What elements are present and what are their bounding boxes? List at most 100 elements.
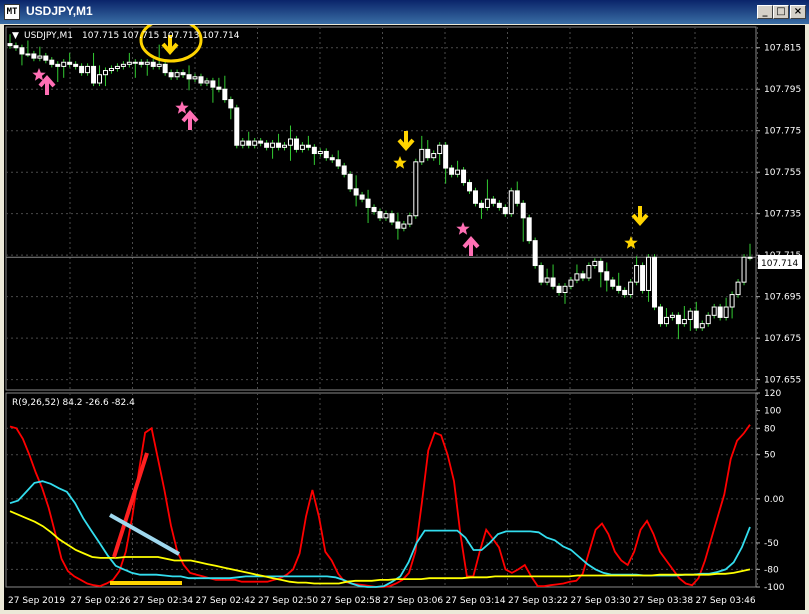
candle-body: [622, 289, 628, 296]
candle-body: [490, 198, 496, 204]
candle-body: [79, 65, 85, 74]
current-price-label: 107.714: [761, 259, 798, 269]
title-bar[interactable]: MT USDJPY,M1 _ □ ×: [0, 0, 809, 24]
buy-star-icon: [175, 101, 189, 114]
time-label: 27 Sep 2019: [8, 596, 65, 606]
candle-body: [335, 159, 341, 167]
candle-body: [657, 306, 663, 325]
chart-area[interactable]: 27 Sep 2019 27 Sep 02:26 27 Sep 02:34 27 Se…: [4, 17, 805, 610]
candle-body: [49, 59, 55, 65]
candle-body: [120, 63, 126, 67]
candle-body: [735, 281, 741, 296]
candle-body: [401, 223, 407, 229]
candle-body: [723, 306, 729, 318]
price-tick-label: 107.815: [764, 44, 801, 54]
candle-body: [13, 45, 19, 49]
candle-body: [580, 273, 586, 279]
app-icon: MT: [4, 4, 20, 20]
indicator-layer: [9, 424, 751, 588]
candle-body: [461, 169, 467, 184]
indicator-tick-label: -50: [764, 539, 779, 549]
candle-body: [681, 318, 687, 325]
candle-body: [413, 161, 419, 217]
candle-body: [634, 265, 640, 283]
price-tick-label: 107.675: [764, 334, 801, 344]
candle-body: [586, 265, 592, 279]
candle-body: [365, 198, 371, 208]
candle-body: [264, 142, 270, 148]
price-header-triangle-icon[interactable]: ▼: [12, 31, 19, 41]
candles-layer: [7, 34, 753, 340]
candle-body: [544, 277, 550, 283]
candle-body: [467, 182, 473, 192]
price-tick-label: 107.755: [764, 168, 801, 178]
candle-body: [699, 323, 705, 329]
minimize-button[interactable]: _: [757, 5, 773, 19]
candle-body: [270, 142, 276, 148]
candle-body: [204, 80, 210, 84]
candle-body: [669, 314, 675, 318]
sell-arrow-icon: [397, 131, 415, 152]
time-label: 27 Sep 03:06: [383, 596, 443, 606]
candle-body: [604, 271, 610, 281]
time-label: 27 Sep 03:38: [633, 596, 693, 606]
candle-body: [520, 202, 526, 219]
candle-body: [437, 144, 443, 155]
candle-body: [293, 138, 299, 150]
indicator-tick-label: 120: [764, 389, 781, 399]
markers-layer: [32, 17, 649, 585]
candle-body: [574, 273, 580, 281]
candle-body: [449, 167, 455, 175]
candle-body: [126, 61, 132, 65]
candle-body: [359, 194, 365, 200]
price-tick-label: 107.775: [764, 127, 801, 137]
price-panel-border: [5, 26, 757, 391]
window-title: USDJPY,M1: [26, 4, 93, 18]
buy-star-icon: [456, 222, 470, 235]
candle-body: [717, 306, 723, 318]
buy-arrow-icon: [38, 74, 56, 95]
candle-body: [407, 215, 413, 225]
candle-body: [222, 88, 228, 101]
candle-body: [705, 314, 711, 325]
candle-body: [443, 144, 449, 169]
candle-body: [234, 107, 240, 146]
maximize-button[interactable]: □: [773, 5, 789, 19]
candle-body: [353, 188, 359, 196]
candle-body: [371, 206, 377, 213]
candle-body: [693, 310, 699, 329]
close-button[interactable]: ×: [790, 5, 806, 19]
candle-body: [592, 260, 598, 267]
candle-body: [31, 53, 37, 59]
candle-body: [389, 213, 395, 223]
candle-body: [610, 279, 616, 287]
candle-body: [532, 240, 538, 267]
candle-body: [508, 190, 514, 215]
time-label: 27 Sep 03:46: [696, 596, 756, 606]
indicator-header: R(9,26,52) 84.2 -26.6 -82.4: [12, 398, 135, 408]
candle-body: [675, 314, 681, 325]
price-header-symbol: USDJPY,M1: [24, 31, 73, 41]
candle-body: [7, 43, 13, 47]
candle-body: [246, 140, 252, 146]
candle-body: [311, 146, 317, 155]
buy-arrow-icon: [462, 235, 480, 256]
time-label: 27 Sep 03:22: [508, 596, 568, 606]
indicator-tick-label: 50: [764, 451, 776, 461]
candle-body: [287, 138, 293, 146]
candle-body: [646, 256, 652, 291]
candle-body: [108, 67, 114, 72]
candle-body: [132, 61, 138, 64]
candle-body: [150, 61, 156, 67]
trend-line-red: [112, 452, 149, 558]
chart-svg[interactable]: 27 Sep 2019 27 Sep 02:26 27 Sep 02:34 27 Se…: [4, 17, 805, 610]
candle-body: [43, 55, 49, 61]
grid-layer: [5, 26, 758, 588]
indicator-tick-label: 80: [764, 424, 776, 434]
candle-body: [180, 72, 186, 76]
candle-body: [252, 140, 258, 146]
candle-body: [156, 63, 162, 67]
candle-body: [198, 76, 204, 84]
candle-body: [114, 65, 120, 69]
candle-body: [228, 99, 234, 109]
